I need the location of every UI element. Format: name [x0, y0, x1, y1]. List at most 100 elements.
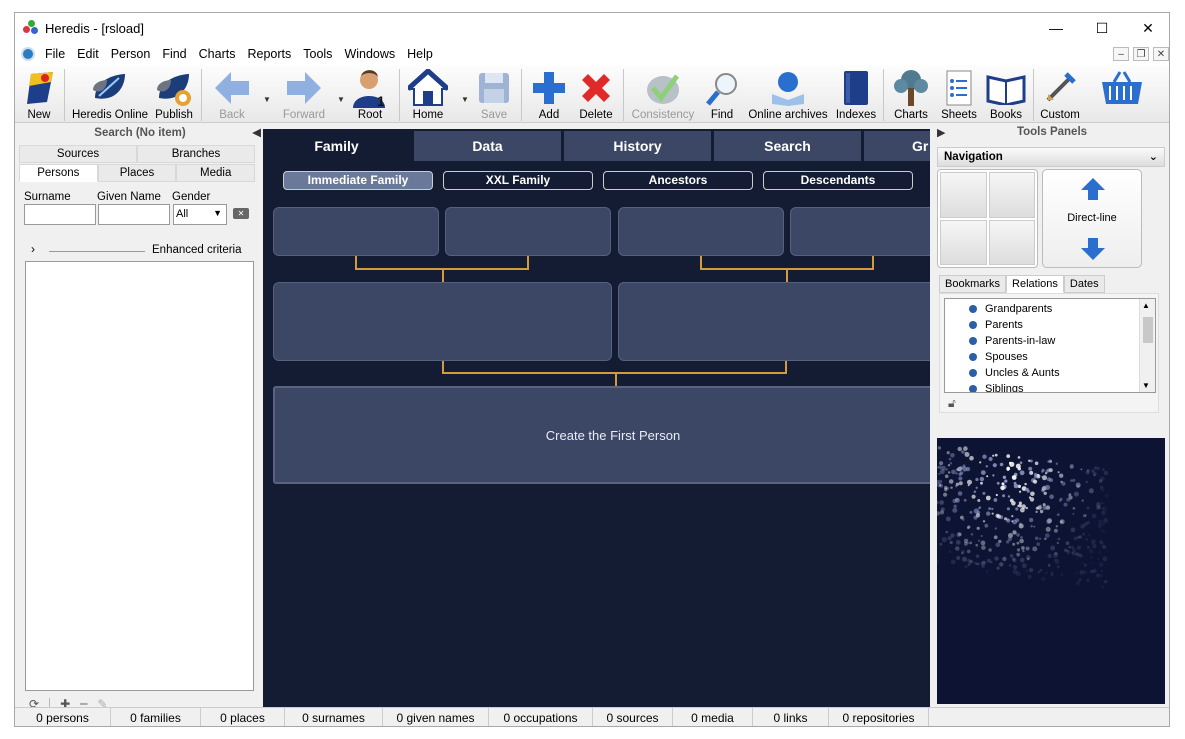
- tab-sources[interactable]: Sources: [19, 145, 137, 163]
- menu-file[interactable]: File: [39, 47, 71, 61]
- back-dropdown-icon[interactable]: ▼: [263, 95, 271, 104]
- add-button[interactable]: Add: [529, 67, 569, 123]
- relation-item[interactable]: Grandparents: [969, 301, 1155, 317]
- forward-dropdown-icon[interactable]: ▼: [337, 95, 345, 104]
- chevron-right-icon[interactable]: ›: [31, 242, 35, 256]
- find-button[interactable]: Find: [703, 67, 741, 123]
- mdi-close-icon[interactable]: ✕: [1153, 47, 1169, 61]
- tab-relations[interactable]: Relations: [1006, 275, 1064, 293]
- grandparent-box[interactable]: [618, 207, 784, 256]
- menu-tools[interactable]: Tools: [297, 47, 338, 61]
- menu-windows[interactable]: Windows: [338, 47, 401, 61]
- star-dot: [956, 555, 961, 560]
- lock-icon[interactable]: 🔓︎: [948, 396, 956, 411]
- subtab-xxl-family[interactable]: XXL Family: [443, 171, 593, 190]
- back-button[interactable]: Back: [211, 67, 253, 123]
- nav-cell[interactable]: [988, 219, 1035, 265]
- tab-graph[interactable]: Gr: [864, 131, 930, 161]
- relation-item[interactable]: Parents: [969, 317, 1155, 333]
- tab-bookmarks[interactable]: Bookmarks: [939, 275, 1007, 293]
- charts-button[interactable]: Charts: [891, 67, 931, 123]
- basket-button[interactable]: [1099, 67, 1143, 123]
- scrollbar[interactable]: ▲ ▼: [1139, 299, 1155, 392]
- mdi-restore-icon[interactable]: ❐: [1133, 47, 1149, 61]
- star-dot: [981, 564, 985, 568]
- persons-list[interactable]: [25, 261, 254, 691]
- relation-item[interactable]: Siblings: [969, 381, 1155, 392]
- scroll-up-icon[interactable]: ▲: [1142, 301, 1150, 310]
- scroll-down-icon[interactable]: ▼: [1142, 381, 1150, 390]
- home-dropdown-icon[interactable]: ▼: [461, 95, 469, 104]
- star-dot: [937, 500, 939, 505]
- close-button[interactable]: ✕: [1125, 13, 1169, 43]
- subtab-ancestors[interactable]: Ancestors: [603, 171, 753, 190]
- tools-panel: ▶ Tools Panels Navigation ⌄ Direct-line …: [935, 125, 1169, 707]
- books-button[interactable]: Books: [985, 67, 1027, 123]
- relation-item[interactable]: Parents-in-law: [969, 333, 1155, 349]
- arrow-down-icon[interactable]: [1079, 236, 1107, 262]
- indexes-button[interactable]: Indexes: [833, 67, 879, 123]
- document-icon[interactable]: [21, 47, 35, 61]
- heredis-online-button[interactable]: Heredis Online: [72, 67, 148, 123]
- online-archives-button[interactable]: Online archives: [747, 67, 829, 123]
- tab-family[interactable]: Family: [263, 131, 410, 161]
- grandparent-box[interactable]: [790, 207, 930, 256]
- new-button[interactable]: New: [19, 67, 59, 123]
- tab-branches[interactable]: Branches: [137, 145, 255, 163]
- publish-button[interactable]: Publish: [151, 67, 197, 123]
- sheets-button[interactable]: Sheets: [939, 67, 979, 123]
- menu-help[interactable]: Help: [401, 47, 439, 61]
- star-dot: [969, 455, 974, 461]
- menu-charts[interactable]: Charts: [193, 47, 242, 61]
- clear-search-icon[interactable]: ✕: [233, 208, 249, 219]
- tab-persons[interactable]: Persons: [19, 164, 98, 182]
- relation-item[interactable]: Spouses: [969, 349, 1155, 365]
- mdi-minimize-icon[interactable]: –: [1113, 47, 1129, 61]
- star-dot: [985, 495, 991, 501]
- navigation-header[interactable]: Navigation ⌄: [937, 147, 1165, 167]
- scroll-thumb[interactable]: [1143, 317, 1153, 343]
- star-dot: [962, 466, 968, 472]
- search-panel: Search (No item) ◀ Sources Branches Pers…: [19, 125, 261, 711]
- tab-places[interactable]: Places: [97, 164, 177, 182]
- tab-search[interactable]: Search: [714, 131, 861, 161]
- relation-item[interactable]: Uncles & Aunts: [969, 365, 1155, 381]
- tab-dates[interactable]: Dates: [1063, 275, 1105, 293]
- subtab-descendants[interactable]: Descendants: [763, 171, 913, 190]
- nav-cell[interactable]: [988, 172, 1035, 218]
- grandparent-box[interactable]: [445, 207, 611, 256]
- gender-select[interactable]: All ▼: [173, 204, 227, 225]
- parent-box[interactable]: [273, 282, 612, 361]
- star-dot: [973, 508, 979, 514]
- arrow-up-icon[interactable]: [1079, 176, 1107, 202]
- star-dot: [1102, 523, 1105, 526]
- custom-button[interactable]: Custom: [1039, 67, 1081, 123]
- tab-media[interactable]: Media: [176, 164, 256, 182]
- minimize-button[interactable]: —: [1033, 13, 1079, 43]
- star-dot: [1012, 542, 1016, 546]
- tab-data[interactable]: Data: [414, 131, 561, 161]
- menu-reports[interactable]: Reports: [241, 47, 297, 61]
- create-first-person-box[interactable]: Create the First Person: [273, 386, 930, 484]
- enhanced-criteria-label[interactable]: Enhanced criteria: [152, 244, 242, 256]
- menu-person[interactable]: Person: [105, 47, 157, 61]
- parent-box[interactable]: [618, 282, 930, 361]
- delete-button[interactable]: Delete: [573, 67, 619, 123]
- given-name-input[interactable]: [98, 204, 170, 225]
- surname-input[interactable]: [24, 204, 96, 225]
- menu-edit[interactable]: Edit: [71, 47, 105, 61]
- direct-line-box[interactable]: Direct-line: [1042, 169, 1142, 268]
- forward-button[interactable]: Forward: [277, 67, 331, 123]
- root-button[interactable]: 1 Root: [349, 67, 391, 123]
- collapse-left-icon[interactable]: ◀: [252, 125, 261, 141]
- save-button[interactable]: Save: [473, 67, 515, 123]
- nav-cell[interactable]: [940, 172, 987, 218]
- nav-cell[interactable]: [940, 219, 987, 265]
- menu-find[interactable]: Find: [156, 47, 192, 61]
- maximize-button[interactable]: ☐: [1079, 13, 1125, 43]
- tab-history[interactable]: History: [564, 131, 711, 161]
- consistency-button[interactable]: Consistency: [629, 67, 697, 123]
- subtab-immediate-family[interactable]: Immediate Family: [283, 171, 433, 190]
- grandparent-box[interactable]: [273, 207, 439, 256]
- home-button[interactable]: Home: [407, 67, 449, 123]
